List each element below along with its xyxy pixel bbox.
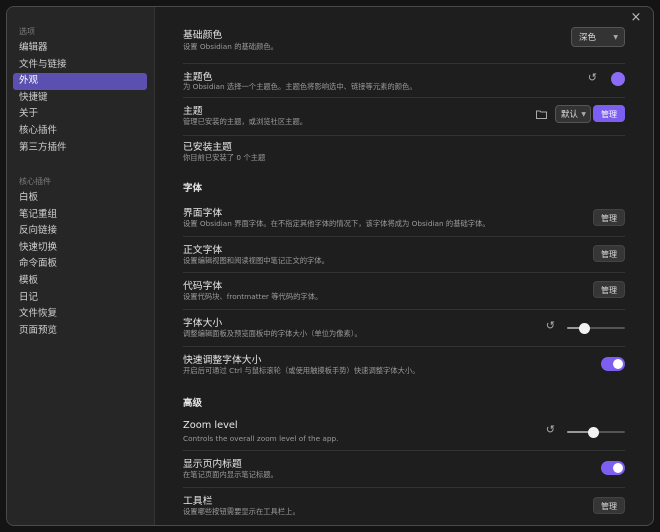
slider-thumb[interactable] (587, 426, 599, 438)
sidebar-item-canvas[interactable]: 白板 (13, 190, 147, 207)
setting-font-size: 字体大小 调整编辑面板及预览面板中的字体大小（单位为像素）。 ↺ (183, 309, 625, 347)
slider-thumb[interactable] (578, 322, 590, 334)
setting-text-font: 正文字体 设置编辑视图和阅读视图中笔记正文的字体。 管理 (183, 236, 625, 273)
base-color-select[interactable]: 深色 ▼ (571, 27, 625, 47)
section-advanced: 高级 (183, 398, 203, 409)
inline-title-toggle[interactable] (601, 461, 625, 475)
setting-title: 基础颜色 (183, 30, 223, 41)
accent-color-swatch[interactable] (611, 72, 625, 86)
sidebar-item-about[interactable]: 关于 (13, 106, 147, 123)
sidebar-item-core-plugins[interactable]: 核心插件 (13, 123, 147, 140)
setting-desc: 开启后可通过 Ctrl 与鼠标滚轮（或使用触摸板手势）快速调整字体大小。 (183, 366, 420, 375)
code-font-manage-button[interactable]: 管理 (593, 281, 625, 298)
setting-title: 工具栏 (183, 496, 213, 507)
sidebar-item-file-recovery[interactable]: 文件恢复 (13, 306, 147, 323)
setting-desc: 管理已安装的主题，或浏览社区主题。 (183, 117, 308, 126)
sidebar-item-files-links[interactable]: 文件与链接 (13, 57, 147, 74)
settings-content: × 基础颜色 设置 Obsidian 的基础颜色。 深色 ▼ 主题色 为 Obs… (155, 7, 653, 525)
font-size-slider[interactable] (567, 322, 625, 334)
setting-desc: 设置代码块、frontmatter 等代码的字体。 (183, 292, 323, 301)
sidebar-item-quick-switcher[interactable]: 快速切换 (13, 240, 147, 257)
theme-value: 默认 (561, 110, 579, 120)
setting-title: 代码字体 (183, 281, 223, 292)
base-color-value: 深色 (579, 33, 597, 43)
chevron-down-icon: ▼ (613, 34, 618, 41)
sidebar-group-core-plugins: 核心插件 (19, 177, 51, 186)
sidebar-item-daily-notes[interactable]: 日记 (13, 290, 147, 307)
reset-icon[interactable]: ↺ (546, 319, 555, 332)
setting-desc: 设置哪些按钮需要显示在工具栏上。 (183, 507, 300, 516)
setting-desc: 在笔记页面内显示笔记标题。 (183, 470, 278, 479)
sidebar-options-list: 编辑器 文件与链接 外观 快捷键 关于 核心插件 第三方插件 (13, 40, 147, 156)
setting-zoom-level: Zoom level Controls the overall zoom lev… (183, 413, 625, 451)
setting-title: 主题色 (183, 72, 213, 83)
sidebar-item-backlinks[interactable]: 反向链接 (13, 223, 147, 240)
settings-sidebar: 选项 编辑器 文件与链接 外观 快捷键 关于 核心插件 第三方插件 核心插件 白… (7, 7, 155, 525)
reset-icon[interactable]: ↺ (588, 71, 597, 84)
setting-title: 已安装主题 (183, 142, 232, 153)
chevron-down-icon: ▼ (581, 111, 586, 118)
close-icon[interactable]: × (629, 11, 643, 25)
interface-font-manage-button[interactable]: 管理 (593, 209, 625, 226)
sidebar-item-editor[interactable]: 编辑器 (13, 40, 147, 57)
setting-theme: 主题 管理已安装的主题，或浏览社区主题。 默认 ▼ 管理 (183, 97, 625, 136)
setting-code-font: 代码字体 设置代码块、frontmatter 等代码的字体。 管理 (183, 272, 625, 310)
setting-title: 界面字体 (183, 208, 223, 219)
setting-quick-font-adjust: 快速调整字体大小 开启后可通过 Ctrl 与鼠标滚轮（或使用触摸板手势）快速调整… (183, 346, 625, 386)
toolbar-manage-button[interactable]: 管理 (593, 497, 625, 514)
sidebar-group-options: 选项 (19, 27, 35, 36)
setting-title: Zoom level (183, 420, 238, 431)
setting-title: 显示页内标题 (183, 459, 242, 470)
sidebar-item-command-palette[interactable]: 命令面板 (13, 256, 147, 273)
setting-interface-font: 界面字体 设置 Obsidian 界面字体。在不指定其他字体的情况下，该字体将成… (183, 199, 625, 237)
sidebar-item-appearance[interactable]: 外观 (13, 73, 147, 90)
setting-title: 主题 (183, 106, 203, 117)
zoom-slider[interactable] (567, 426, 625, 438)
setting-desc: 设置 Obsidian 的基础颜色。 (183, 42, 278, 51)
sidebar-item-templates[interactable]: 模板 (13, 273, 147, 290)
setting-desc: 设置编辑视图和阅读视图中笔记正文的字体。 (183, 256, 329, 265)
sidebar-core-list: 白板 笔记重组 反向链接 快速切换 命令面板 模板 日记 文件恢复 页面预览 (13, 190, 147, 339)
setting-title: 正文字体 (183, 245, 223, 256)
settings-window: 选项 编辑器 文件与链接 外观 快捷键 关于 核心插件 第三方插件 核心插件 白… (6, 6, 654, 526)
sidebar-item-community-plugins[interactable]: 第三方插件 (13, 140, 147, 157)
setting-toolbar: 工具栏 设置哪些按钮需要显示在工具栏上。 管理 (183, 487, 625, 523)
setting-base-color: 基础颜色 设置 Obsidian 的基础颜色。 深色 ▼ (183, 21, 625, 64)
setting-accent-color: 主题色 为 Obsidian 选择一个主题色。主题色将影响选中、链接等元素的颜色… (183, 63, 625, 98)
setting-desc: Controls the overall zoom level of the a… (183, 434, 339, 443)
theme-select[interactable]: 默认 ▼ (555, 105, 591, 123)
theme-manage-button[interactable]: 管理 (593, 105, 625, 122)
sidebar-item-hotkeys[interactable]: 快捷键 (13, 90, 147, 107)
reset-icon[interactable]: ↺ (546, 423, 555, 436)
text-font-manage-button[interactable]: 管理 (593, 245, 625, 262)
section-font: 字体 (183, 183, 203, 194)
sidebar-item-note-composer[interactable]: 笔记重组 (13, 207, 147, 224)
setting-title: 快速调整字体大小 (183, 355, 262, 366)
quick-font-toggle[interactable] (601, 357, 625, 371)
folder-icon[interactable] (536, 110, 547, 119)
setting-desc: 设置 Obsidian 界面字体。在不指定其他字体的情况下，该字体将成为 Obs… (183, 219, 490, 228)
setting-title: 字体大小 (183, 318, 223, 329)
setting-desc: 调整编辑面板及预览面板中的字体大小（单位为像素）。 (183, 329, 362, 338)
setting-desc: 你目前已安装了 0 个主题 (183, 153, 266, 162)
toggle-knob (613, 463, 623, 473)
setting-installed-themes: 已安装主题 你目前已安装了 0 个主题 (183, 135, 625, 169)
setting-desc: 为 Obsidian 选择一个主题色。主题色将影响选中、链接等元素的颜色。 (183, 82, 417, 91)
setting-inline-title: 显示页内标题 在笔记页面内显示笔记标题。 (183, 450, 625, 488)
toggle-knob (613, 359, 623, 369)
sidebar-item-page-preview[interactable]: 页面预览 (13, 323, 147, 340)
